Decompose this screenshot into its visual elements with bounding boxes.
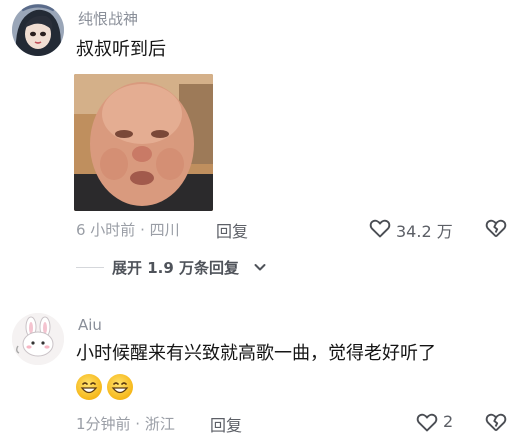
grinning-face-emoji-icon: [107, 374, 133, 400]
anime-girl-avatar-icon: [12, 4, 64, 56]
heart-outline-icon: [416, 413, 438, 432]
reply-button[interactable]: 回复: [210, 412, 242, 436]
dislike-button[interactable]: [484, 216, 508, 240]
like-button[interactable]: [368, 216, 392, 240]
comment-time-location: 1分钟前 · 浙江: [76, 415, 175, 433]
comment-text: 叔叔听到后: [76, 39, 166, 60]
comment-sticker-image[interactable]: [74, 74, 213, 211]
like-button[interactable]: [415, 410, 439, 434]
comment-text: 小时候醒来有兴致就高歌一曲，觉得老好听了: [76, 343, 436, 364]
comment-time-location: 6 小时前 · 四川: [76, 221, 180, 239]
username[interactable]: 纯恨战神: [78, 8, 138, 29]
broken-heart-icon: [485, 219, 507, 238]
username[interactable]: Aiu: [78, 316, 102, 334]
heart-outline-icon: [369, 219, 391, 238]
broken-heart-icon: [485, 413, 507, 432]
user-avatar[interactable]: [12, 4, 64, 56]
user-avatar[interactable]: [12, 313, 64, 365]
reply-button[interactable]: 回复: [216, 218, 248, 242]
cartoon-bunny-avatar-icon: [12, 313, 64, 365]
expand-replies-label: 展开 1.9 万条回复: [112, 259, 240, 277]
like-count: 34.2 万: [396, 222, 453, 241]
bald-man-pouting-sticker-icon: [74, 74, 213, 211]
chevron-down-icon[interactable]: [252, 259, 268, 275]
divider-line: [76, 267, 104, 268]
expand-replies-button[interactable]: 展开 1.9 万条回复: [112, 257, 239, 278]
grinning-face-emoji-icon: [76, 374, 102, 400]
dislike-button[interactable]: [484, 410, 508, 434]
like-count: 2: [443, 412, 454, 431]
